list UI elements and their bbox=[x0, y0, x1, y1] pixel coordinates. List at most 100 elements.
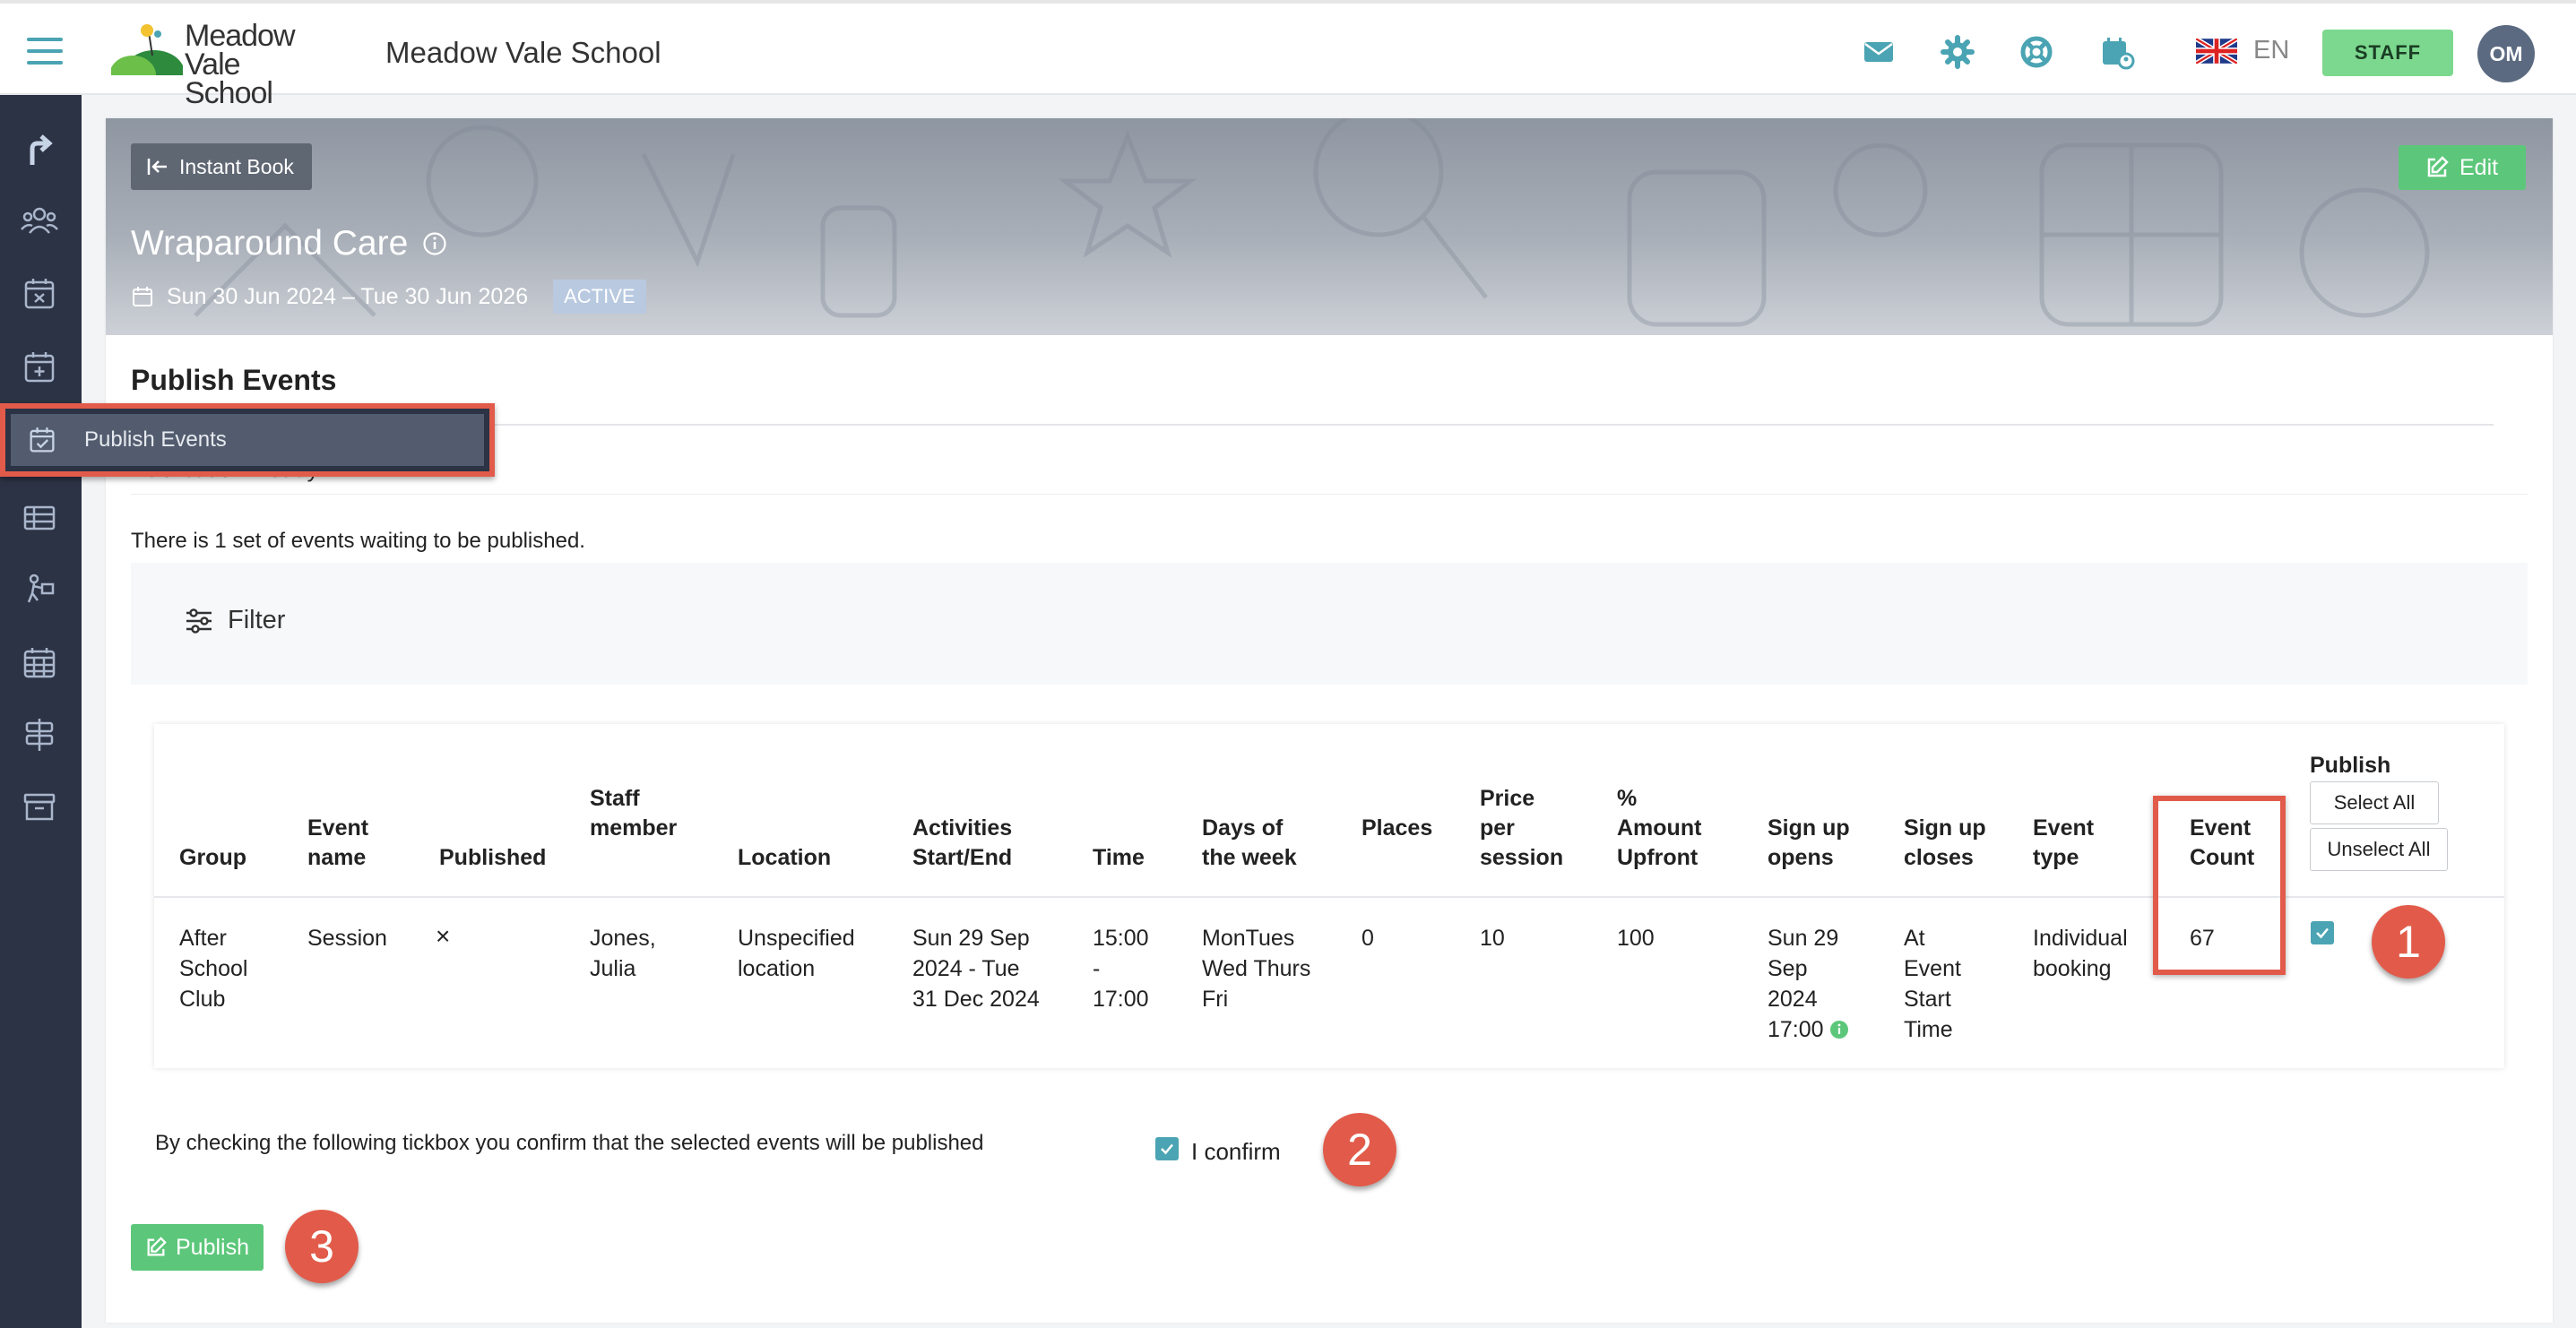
logo-line-1: Meadow bbox=[185, 19, 296, 53]
cell-text: Club bbox=[179, 987, 226, 1012]
publish-row-checkbox[interactable] bbox=[2311, 921, 2334, 944]
lifebuoy-icon[interactable] bbox=[2018, 34, 2054, 70]
tooltip-body: Publish Events bbox=[11, 414, 484, 466]
programme-title-text: Wraparound Care bbox=[131, 224, 409, 263]
info-icon[interactable] bbox=[1829, 1020, 1849, 1039]
edit-button[interactable]: Edit bbox=[2399, 145, 2526, 190]
header-text: session bbox=[1480, 845, 1564, 870]
edit-label: Edit bbox=[2459, 154, 2499, 180]
info-icon[interactable] bbox=[422, 231, 447, 256]
header-text: Sign up bbox=[1904, 815, 1986, 841]
header-text: closes bbox=[1904, 845, 1974, 870]
cell-text: Time bbox=[1904, 1017, 1953, 1042]
language-selector[interactable]: EN bbox=[2196, 36, 2289, 65]
cell-days: MonTues Wed Thurs Fri bbox=[1202, 923, 1310, 1014]
cell-text: Wed Thurs bbox=[1202, 956, 1311, 981]
cell-event-name: Session bbox=[307, 926, 387, 951]
annotation-highlight-event-count bbox=[2153, 796, 2286, 975]
cell-text: Julia bbox=[590, 956, 636, 981]
cell-text: location bbox=[738, 956, 816, 981]
header-event-type: Event type bbox=[2033, 814, 2094, 873]
filter-panel: Filter bbox=[131, 563, 2528, 685]
cell-text: booking bbox=[2033, 956, 2112, 981]
header-text: Event bbox=[307, 815, 369, 841]
header-text: Days of bbox=[1202, 815, 1284, 841]
filter-button[interactable]: Filter bbox=[185, 606, 285, 635]
header-published: Published bbox=[439, 845, 547, 870]
confirm-label[interactable]: I confirm bbox=[1191, 1138, 1281, 1166]
users-icon[interactable] bbox=[20, 201, 59, 240]
select-all-button[interactable]: Select All bbox=[2310, 781, 2439, 824]
header-text: Price bbox=[1480, 786, 1535, 811]
mail-icon[interactable] bbox=[1861, 34, 1897, 70]
cell-text: Sun 29 Sep bbox=[912, 926, 1030, 951]
cell-time: 15:00 - 17:00 bbox=[1093, 923, 1149, 1014]
cell-text: At bbox=[1904, 926, 1925, 951]
cell-text: 2024 bbox=[1768, 987, 1818, 1012]
gear-icon[interactable] bbox=[1940, 34, 1975, 70]
status-badge: ACTIVE bbox=[553, 280, 646, 314]
filter-label: Filter bbox=[228, 606, 286, 634]
sliders-icon bbox=[186, 608, 212, 634]
logo-text: Meadow Vale School bbox=[185, 19, 326, 108]
calendar-plus-icon[interactable] bbox=[20, 348, 59, 387]
calendar-x-icon[interactable] bbox=[20, 274, 59, 314]
header-event-name: Event name bbox=[307, 814, 368, 873]
cell-text: 2024 - Tue bbox=[912, 956, 1020, 981]
cell-text: MonTues bbox=[1202, 926, 1295, 951]
header-text: Staff bbox=[590, 786, 640, 811]
publish-button[interactable]: Publish bbox=[131, 1224, 264, 1271]
staff-button[interactable]: STAFF bbox=[2322, 30, 2453, 76]
events-table: Group Event name Published Staff member … bbox=[154, 724, 2504, 1068]
programme-date-range: Sun 30 Jun 2024 – Tue 30 Jun 2026 bbox=[167, 283, 529, 309]
header-text: % bbox=[1617, 786, 1638, 811]
cell-signup-closes: At Event Start Time bbox=[1904, 923, 1961, 1045]
unselect-all-button[interactable]: Unselect All bbox=[2310, 828, 2448, 871]
programme-dates: Sun 30 Jun 2024 – Tue 30 Jun 2026 ACTIVE bbox=[131, 280, 646, 314]
cell-text: 31 Dec 2024 bbox=[912, 987, 1040, 1012]
avatar[interactable]: OM bbox=[2477, 25, 2535, 82]
header-places: Places bbox=[1361, 815, 1433, 841]
header-text: Activities bbox=[912, 815, 1013, 841]
cell-text: Jones, bbox=[590, 926, 656, 951]
confirm-checkbox[interactable] bbox=[1155, 1137, 1179, 1160]
header-group: Group bbox=[179, 845, 246, 870]
cell-text: Event bbox=[1904, 956, 1961, 981]
cell-location: Unspecified location bbox=[738, 923, 855, 984]
header-text: the week bbox=[1202, 845, 1297, 870]
edit-icon bbox=[147, 1237, 167, 1256]
calendar-grid-icon[interactable] bbox=[20, 643, 59, 683]
header-text: type bbox=[2033, 845, 2079, 870]
top-bar: Meadow Vale School Meadow Vale School EN… bbox=[0, 0, 2576, 108]
sidebar bbox=[0, 95, 82, 1328]
header-text: per bbox=[1480, 815, 1515, 841]
cell-text: - bbox=[1093, 956, 1101, 981]
header-signup-closes: Sign up closes bbox=[1904, 814, 1986, 873]
sidebar-tooltip-publish-events[interactable]: Publish Events bbox=[0, 403, 495, 477]
tooltip-label: Publish Events bbox=[84, 427, 227, 452]
header-text: name bbox=[307, 845, 367, 870]
person-activity-icon[interactable] bbox=[20, 570, 59, 609]
cell-staff: Jones, Julia bbox=[590, 923, 656, 984]
language-code: EN bbox=[2253, 36, 2290, 65]
cell-text-with-info: 17:00 bbox=[1768, 1014, 1849, 1045]
annotation-callout-3: 3 bbox=[285, 1210, 359, 1283]
calendar-check-icon bbox=[30, 427, 55, 453]
instant-book-button[interactable]: Instant Book bbox=[131, 143, 312, 190]
arrow-up-icon[interactable] bbox=[20, 129, 59, 168]
header-text: Upfront bbox=[1617, 845, 1699, 870]
cell-text: Sun 29 bbox=[1768, 926, 1839, 951]
hamburger-menu-icon[interactable] bbox=[27, 38, 63, 66]
header-text: Amount bbox=[1617, 815, 1702, 841]
school-logo[interactable]: Meadow Vale School bbox=[111, 20, 326, 108]
archive-icon[interactable] bbox=[20, 787, 59, 826]
header-text: Event bbox=[2033, 815, 2095, 841]
cell-activities: Sun 29 Sep 2024 - Tue 31 Dec 2024 bbox=[912, 923, 1040, 1014]
header-publish: Publish bbox=[2310, 753, 2391, 778]
table-icon[interactable] bbox=[20, 498, 59, 538]
programme-title: Wraparound Care bbox=[131, 224, 447, 263]
confirm-instructions: By checking the following tickbox you co… bbox=[155, 1131, 984, 1155]
signpost-icon[interactable] bbox=[20, 715, 59, 755]
header-staff-member: Staff member bbox=[590, 784, 677, 843]
calendar-user-icon[interactable] bbox=[2099, 34, 2135, 70]
